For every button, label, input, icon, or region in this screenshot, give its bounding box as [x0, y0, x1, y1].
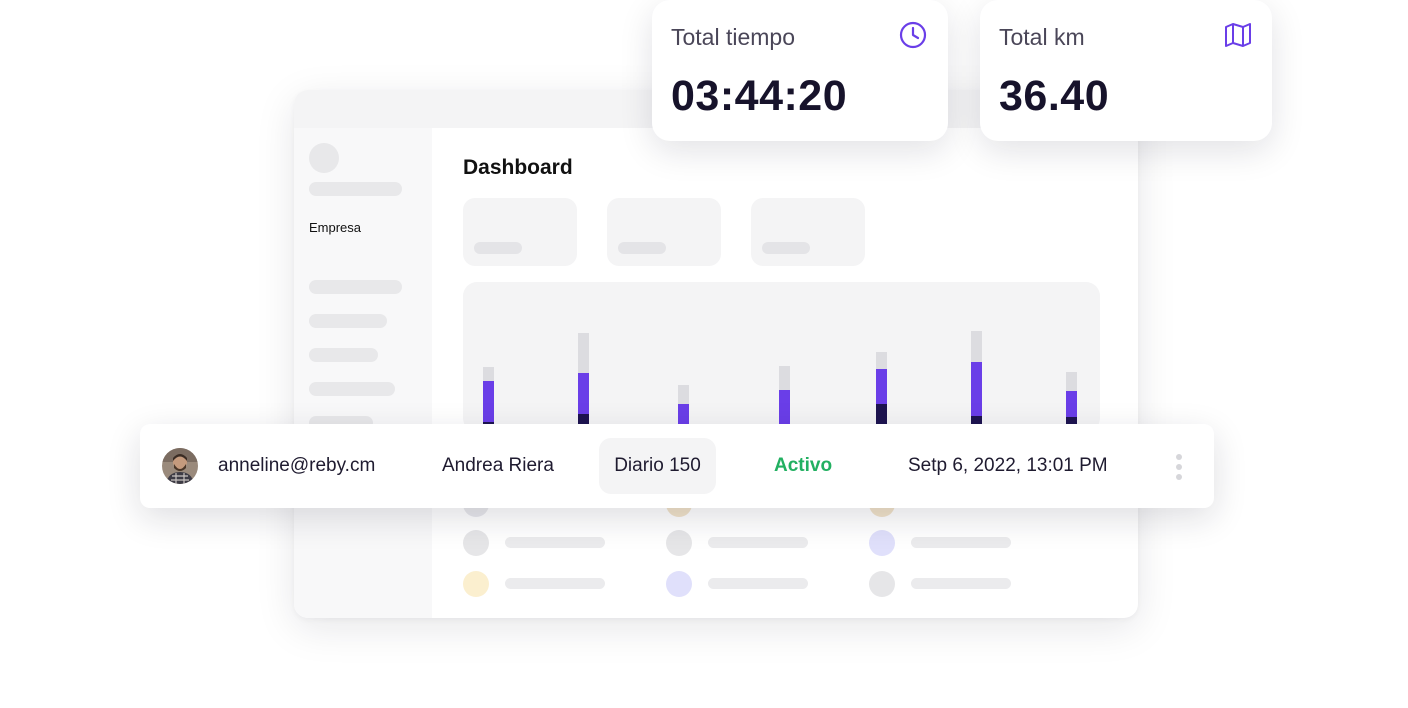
bar-segment-middle: [971, 362, 982, 416]
avatar-image: [162, 448, 198, 484]
sidebar-item-placeholder[interactable]: [309, 382, 395, 396]
sidebar-item-placeholder[interactable]: [309, 280, 402, 294]
sidebar-item-placeholder[interactable]: [309, 314, 387, 328]
metric-card-total-tiempo: Total tiempo 03:44:20: [652, 0, 948, 141]
bar-segment-middle: [876, 369, 887, 404]
bar-segment-top: [779, 366, 790, 390]
bar-segment-middle: [779, 390, 790, 427]
user-datetime: Setp 6, 2022, 13:01 PM: [908, 455, 1108, 476]
bar-segment-top: [483, 367, 494, 381]
page-title: Dashboard: [463, 156, 573, 179]
list-dot: [666, 571, 692, 597]
list-dot: [463, 530, 489, 556]
list-dot: [869, 530, 895, 556]
metric-value: 36.40: [999, 72, 1110, 120]
stat-label-placeholder: [762, 242, 810, 254]
bar-segment-top: [678, 385, 689, 404]
bar-segment-top: [578, 333, 589, 373]
sidebar-logo-placeholder: [309, 143, 339, 173]
bar-segment-middle: [483, 381, 494, 422]
bar-segment-middle: [1066, 391, 1077, 417]
list-text-placeholder: [708, 578, 808, 589]
metric-label: Total tiempo: [671, 24, 796, 50]
kebab-menu-icon[interactable]: [1170, 452, 1188, 482]
list-dot: [869, 571, 895, 597]
status-badge: Activo: [774, 455, 833, 476]
stat-tile-placeholder: [463, 198, 577, 266]
bar-chart-panel: [463, 282, 1100, 432]
stat-tile-placeholder: [751, 198, 865, 266]
clock-icon: [899, 21, 927, 49]
metric-card-total-km: Total km 36.40: [980, 0, 1272, 141]
metric-label: Total km: [999, 24, 1085, 50]
list-text-placeholder: [911, 537, 1011, 548]
sidebar-title-placeholder: [309, 182, 402, 196]
user-name: Andrea Riera: [442, 455, 554, 476]
user-table-row[interactable]: anneline@reby.cm Andrea Riera Diario 150…: [140, 424, 1214, 508]
bar-segment-top: [971, 331, 982, 362]
bar-segment-top: [876, 352, 887, 369]
sidebar: Empresa: [294, 128, 432, 618]
bar-segment-middle: [578, 373, 589, 414]
stat-label-placeholder: [474, 242, 522, 254]
stat-label-placeholder: [618, 242, 666, 254]
avatar: [162, 448, 198, 484]
stat-tile-placeholder: [607, 198, 721, 266]
bar-chart: [483, 331, 1077, 432]
plan-label: Diario 150: [614, 455, 701, 476]
user-email: anneline@reby.cm: [218, 455, 376, 476]
metric-value: 03:44:20: [671, 72, 848, 120]
map-icon: [1225, 23, 1251, 47]
sidebar-item-empresa[interactable]: Empresa: [309, 220, 361, 235]
sidebar-item-placeholder[interactable]: [309, 348, 378, 362]
list-text-placeholder: [505, 578, 605, 589]
list-dot: [463, 571, 489, 597]
dashboard-window: Empresa Dashboard: [294, 90, 1138, 618]
list-dot: [666, 530, 692, 556]
list-text-placeholder: [911, 578, 1011, 589]
list-text-placeholder: [708, 537, 808, 548]
list-text-placeholder: [505, 537, 605, 548]
bar-segment-top: [1066, 372, 1077, 391]
